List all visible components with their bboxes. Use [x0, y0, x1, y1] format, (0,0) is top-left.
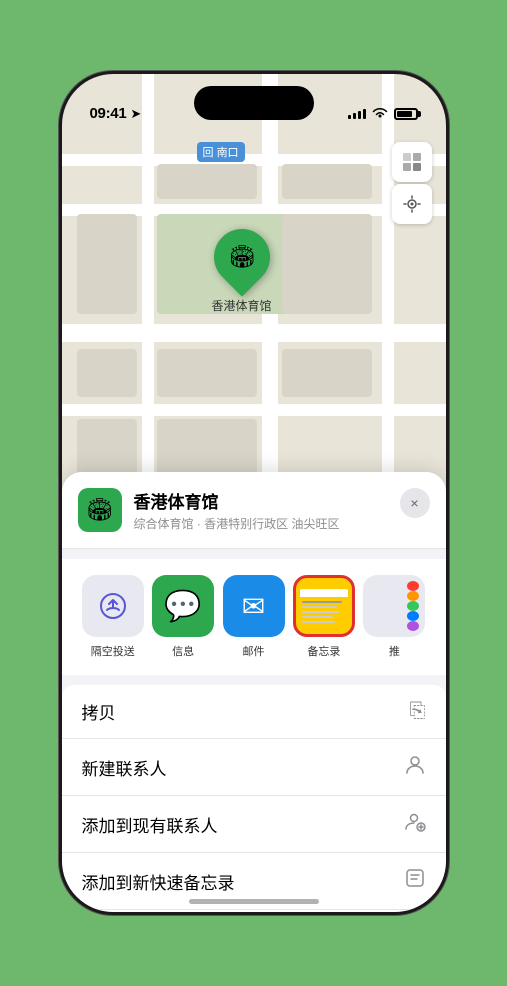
- map-block: [157, 349, 257, 397]
- quick-note-icon: [404, 867, 426, 895]
- phone-frame: 09:41 ➤: [59, 71, 449, 915]
- dynamic-island: [194, 86, 314, 120]
- status-time: 09:41: [90, 105, 127, 122]
- venue-name: 香港体育馆: [134, 488, 430, 513]
- action-copy-label: 拷贝: [82, 699, 116, 724]
- battery-fill: [397, 111, 412, 117]
- marker-icon: 🏟: [228, 244, 256, 270]
- phone-inner: 09:41 ➤: [62, 74, 446, 912]
- location-arrow-icon: ➤: [130, 106, 141, 122]
- map-location-prefix: 回: [203, 147, 217, 159]
- map-type-button[interactable]: [392, 142, 432, 182]
- share-mail[interactable]: ✉ 邮件: [218, 575, 288, 659]
- map-block: [282, 164, 372, 199]
- share-notes[interactable]: 备忘录: [289, 575, 359, 659]
- venue-icon: 🏟: [78, 488, 122, 532]
- action-list: 拷贝 ⎘ 新建联系人 添加到现有联系人: [62, 685, 446, 912]
- map-block: [157, 419, 257, 479]
- more-icon: [363, 575, 425, 637]
- signal-bar-1: [348, 115, 351, 119]
- signal-bar-4: [363, 109, 366, 119]
- venue-desc: 综合体育馆 · 香港特别行政区 油尖旺区: [134, 515, 430, 532]
- action-add-to-contact[interactable]: 添加到现有联系人: [62, 796, 446, 853]
- sheet-header: 🏟 香港体育馆 综合体育馆 · 香港特别行政区 油尖旺区 ×: [62, 472, 446, 549]
- copy-icon: ⎘: [410, 700, 426, 723]
- map-road: [382, 74, 394, 504]
- notes-icon: [293, 575, 355, 637]
- battery-icon: [394, 108, 418, 120]
- map-block: [282, 349, 372, 397]
- messages-icon: 💬: [152, 575, 214, 637]
- home-indicator: [189, 899, 319, 904]
- action-print[interactable]: 打印: [62, 910, 446, 912]
- map-block: [282, 214, 372, 314]
- mail-label: 邮件: [243, 643, 265, 659]
- wifi-icon: [372, 106, 388, 122]
- map-controls: [392, 142, 432, 226]
- add-contact-icon: [404, 810, 426, 838]
- signal-bar-2: [353, 113, 356, 119]
- signal-bar-3: [358, 111, 361, 119]
- marker-label: 香港体育馆: [212, 297, 272, 314]
- more-label: 推: [389, 643, 400, 659]
- map-road: [142, 74, 154, 504]
- signal-bars: [348, 109, 366, 119]
- map-block: [77, 349, 137, 397]
- status-icons: [348, 106, 418, 122]
- stadium-marker[interactable]: 🏟 香港体育馆: [212, 229, 272, 314]
- share-messages[interactable]: 💬 信息: [148, 575, 218, 659]
- marker-pin: 🏟: [202, 217, 281, 296]
- map-location-label: 回 南口: [197, 142, 245, 162]
- bottom-sheet: 🏟 香港体育馆 综合体育馆 · 香港特别行政区 油尖旺区 ×: [62, 472, 446, 912]
- map-block: [77, 214, 137, 314]
- action-new-contact[interactable]: 新建联系人: [62, 739, 446, 796]
- notes-label: 备忘录: [307, 643, 340, 659]
- venue-info: 香港体育馆 综合体育馆 · 香港特别行政区 油尖旺区: [134, 488, 430, 532]
- map-block: [157, 164, 257, 199]
- new-contact-icon: [404, 753, 426, 781]
- map-block: [77, 419, 137, 479]
- action-copy[interactable]: 拷贝 ⎘: [62, 685, 446, 739]
- airdrop-label: 隔空投送: [91, 643, 135, 659]
- action-new-contact-label: 新建联系人: [82, 755, 167, 780]
- share-airdrop[interactable]: 隔空投送: [78, 575, 148, 659]
- close-button[interactable]: ×: [400, 488, 430, 518]
- messages-label: 信息: [172, 643, 194, 659]
- map-location-text: 南口: [217, 147, 239, 159]
- share-row: 隔空投送 💬 信息 ✉ 邮件: [62, 559, 446, 675]
- share-more[interactable]: 推: [359, 575, 429, 659]
- action-quick-note-label: 添加到新快速备忘录: [82, 869, 235, 894]
- mail-icon: ✉: [223, 575, 285, 637]
- location-button[interactable]: [392, 184, 432, 224]
- airdrop-icon: [82, 575, 144, 637]
- action-add-to-contact-label: 添加到现有联系人: [82, 812, 218, 837]
